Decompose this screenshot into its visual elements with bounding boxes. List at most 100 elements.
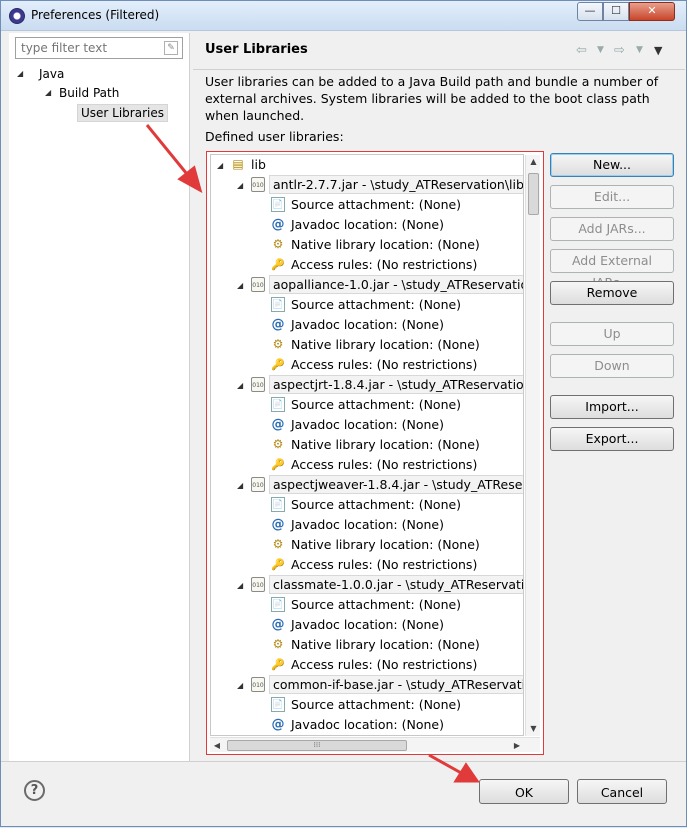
- preference-tree-pane: ✎ ◢ Java ◢ Build Path User Libraries: [9, 33, 190, 761]
- jar-icon: 010: [251, 677, 265, 692]
- source-attachment-row[interactable]: 📄 Source attachment: (None): [211, 495, 523, 515]
- native-attachment-row[interactable]: ⚙Native library location: (None): [211, 735, 524, 736]
- source-attachment-row[interactable]: 📄 Source attachment: (None): [211, 695, 523, 715]
- attachment-label: Javadoc location: (None): [291, 717, 444, 732]
- source-attachment-row[interactable]: 📄 Source attachment: (None): [211, 395, 523, 415]
- attachment-label: Native library location: (None): [291, 337, 480, 352]
- native-attachment-row[interactable]: ⚙Native library location: (None): [211, 435, 523, 455]
- javadoc-attachment-row[interactable]: @ Javadoc location: (None): [211, 615, 523, 635]
- attachment-label: Source attachment: (None): [291, 597, 462, 612]
- attachment-label: Native library location: (None): [291, 237, 480, 252]
- help-icon[interactable]: ?: [24, 780, 45, 801]
- source-attachment-row[interactable]: 📄 Source attachment: (None): [211, 195, 523, 215]
- close-button[interactable]: ✕: [629, 2, 675, 21]
- native-attachment-row[interactable]: ⚙Native library location: (None): [211, 335, 523, 355]
- access-attachment-row[interactable]: 🔑 Access rules: (No restrictions): [211, 555, 523, 575]
- expanded-twisty-icon[interactable]: ◢: [17, 69, 23, 78]
- source-attachment-row[interactable]: 📄 Source attachment: (None): [211, 295, 523, 315]
- page-title: User Libraries: [205, 42, 308, 57]
- back-menu-chevron-icon[interactable]: ▼: [597, 45, 604, 55]
- expanded-twisty-icon[interactable]: ◢: [237, 581, 243, 590]
- scroll-up-arrow-icon[interactable]: ▲: [526, 155, 541, 169]
- expanded-twisty-icon[interactable]: ◢: [237, 481, 243, 490]
- scroll-down-arrow-icon[interactable]: ▼: [526, 722, 541, 736]
- vertical-scrollbar[interactable]: ▲ ▼: [525, 155, 540, 736]
- remove-button[interactable]: Remove: [550, 281, 674, 305]
- new-button[interactable]: New...: [550, 153, 674, 177]
- javadoc-attachment-row[interactable]: @ Javadoc location: (None): [211, 715, 523, 735]
- access-attachment-row[interactable]: 🔑 Access rules: (No restrictions): [211, 655, 523, 675]
- attachment-label: Source attachment: (None): [291, 497, 462, 512]
- cancel-button[interactable]: Cancel: [577, 779, 667, 804]
- import-button[interactable]: Import...: [550, 395, 674, 419]
- up-button[interactable]: Up: [550, 322, 674, 346]
- javadoc-attachment-row[interactable]: @ Javadoc location: (None): [211, 515, 523, 535]
- access-attachment-row[interactable]: 🔑 Access rules: (No restrictions): [211, 355, 523, 375]
- scroll-right-arrow-icon[interactable]: ▶: [510, 738, 524, 753]
- jar-row[interactable]: ◢ 010 common-if-base.jar - \study_ATReserv…: [211, 675, 523, 695]
- horizontal-scroll-thumb[interactable]: ⁞⁞⁞: [227, 740, 407, 751]
- native-attachment-row[interactable]: ⚙Native library location: (None): [211, 535, 523, 555]
- tree-item-user-libraries[interactable]: User Libraries: [77, 104, 168, 122]
- window-title: Preferences (Filtered): [31, 8, 160, 22]
- attachment-label: Javadoc location: (None): [291, 217, 444, 232]
- jar-row[interactable]: ◢ 010 classmate-1.0.0.jar - \study_ATReser…: [211, 575, 523, 595]
- filter-field[interactable]: ✎: [15, 37, 183, 59]
- native-library-icon: ⚙: [272, 537, 284, 551]
- access-rules-icon: 🔑: [271, 658, 285, 671]
- expanded-twisty-icon[interactable]: ◢: [217, 161, 223, 170]
- ok-button[interactable]: OK: [479, 779, 569, 804]
- header-divider: [193, 69, 685, 70]
- jar-row[interactable]: ◢ 010 aspectjrt-1.8.4.jar - \study_ATReser…: [211, 375, 523, 395]
- attachment-label: Source attachment: (None): [291, 697, 462, 712]
- library-row[interactable]: ◢ ▤ lib: [211, 155, 523, 175]
- edit-button[interactable]: Edit...: [550, 185, 674, 209]
- clear-filter-icon[interactable]: ✎: [164, 41, 178, 55]
- down-button[interactable]: Down: [550, 354, 674, 378]
- access-attachment-row[interactable]: 🔑 Access rules: (No restrictions): [211, 255, 523, 275]
- add-jars-button[interactable]: Add JARs...: [550, 217, 674, 241]
- jar-row[interactable]: ◢ 010 aopalliance-1.0.jar - \study_ATReser…: [211, 275, 523, 295]
- source-attachment-row[interactable]: 📄 Source attachment: (None): [211, 595, 523, 615]
- expanded-twisty-icon[interactable]: ◢: [237, 681, 243, 690]
- back-arrow-icon[interactable]: ⇦: [576, 43, 587, 58]
- user-libraries-page: User Libraries ⇦ ▼ ⇨ ▼ ▼ User libraries …: [193, 33, 685, 761]
- attachment-label: Javadoc location: (None): [291, 517, 444, 532]
- expanded-twisty-icon[interactable]: ◢: [237, 381, 243, 390]
- export-button[interactable]: Export...: [550, 427, 674, 451]
- annotation-arrow-head: [453, 762, 480, 783]
- forward-arrow-icon[interactable]: ⇨: [614, 43, 625, 58]
- jar-row[interactable]: ◢ 010 aspectjweaver-1.8.4.jar - \study_ATR…: [211, 475, 523, 495]
- jar-row[interactable]: ◢ 010 antlr-2.7.7.jar - \study_ATReservati…: [211, 175, 523, 195]
- expanded-twisty-icon[interactable]: ◢: [45, 88, 51, 97]
- javadoc-attachment-row[interactable]: @ Javadoc location: (None): [211, 415, 523, 435]
- maximize-button[interactable]: ☐: [603, 2, 629, 21]
- library-name: lib: [251, 157, 266, 172]
- javadoc-icon: @: [271, 517, 285, 532]
- forward-menu-chevron-icon[interactable]: ▼: [636, 45, 643, 55]
- horizontal-scrollbar[interactable]: ◀ ⁞⁞⁞ ▶: [210, 737, 540, 752]
- access-rules-icon: 🔑: [271, 558, 285, 571]
- jar-icon: 010: [251, 177, 265, 192]
- filter-input[interactable]: [19, 40, 159, 56]
- native-attachment-row[interactable]: ⚙Native library location: (None): [211, 235, 523, 255]
- library-tree-view[interactable]: ◢ ▤ lib ◢ 010 antlr-2.7.7.jar - \study_ATR…: [210, 154, 524, 736]
- javadoc-attachment-row[interactable]: @ Javadoc location: (None): [211, 315, 523, 335]
- view-menu-icon[interactable]: ▼: [654, 44, 662, 57]
- access-attachment-row[interactable]: 🔑 Access rules: (No restrictions): [211, 455, 523, 475]
- attachment-label: Javadoc location: (None): [291, 317, 444, 332]
- scroll-left-arrow-icon[interactable]: ◀: [210, 738, 224, 753]
- add-external-jars-button[interactable]: Add External JARs...: [550, 249, 674, 290]
- vertical-scroll-thumb[interactable]: [528, 173, 539, 215]
- javadoc-attachment-row[interactable]: @ Javadoc location: (None): [211, 215, 523, 235]
- javadoc-icon: @: [271, 417, 285, 432]
- expanded-twisty-icon[interactable]: ◢: [237, 181, 243, 190]
- minimize-button[interactable]: —: [577, 2, 603, 21]
- attachment-label: Access rules: (No restrictions): [291, 357, 478, 372]
- javadoc-icon: @: [271, 717, 285, 732]
- expanded-twisty-icon[interactable]: ◢: [237, 281, 243, 290]
- attachment-label: Native library location: (None): [291, 437, 480, 452]
- attachment-label: Source attachment: (None): [291, 297, 462, 312]
- attachment-label: Native library location: (None): [291, 637, 480, 652]
- native-attachment-row[interactable]: ⚙Native library location: (None): [211, 635, 523, 655]
